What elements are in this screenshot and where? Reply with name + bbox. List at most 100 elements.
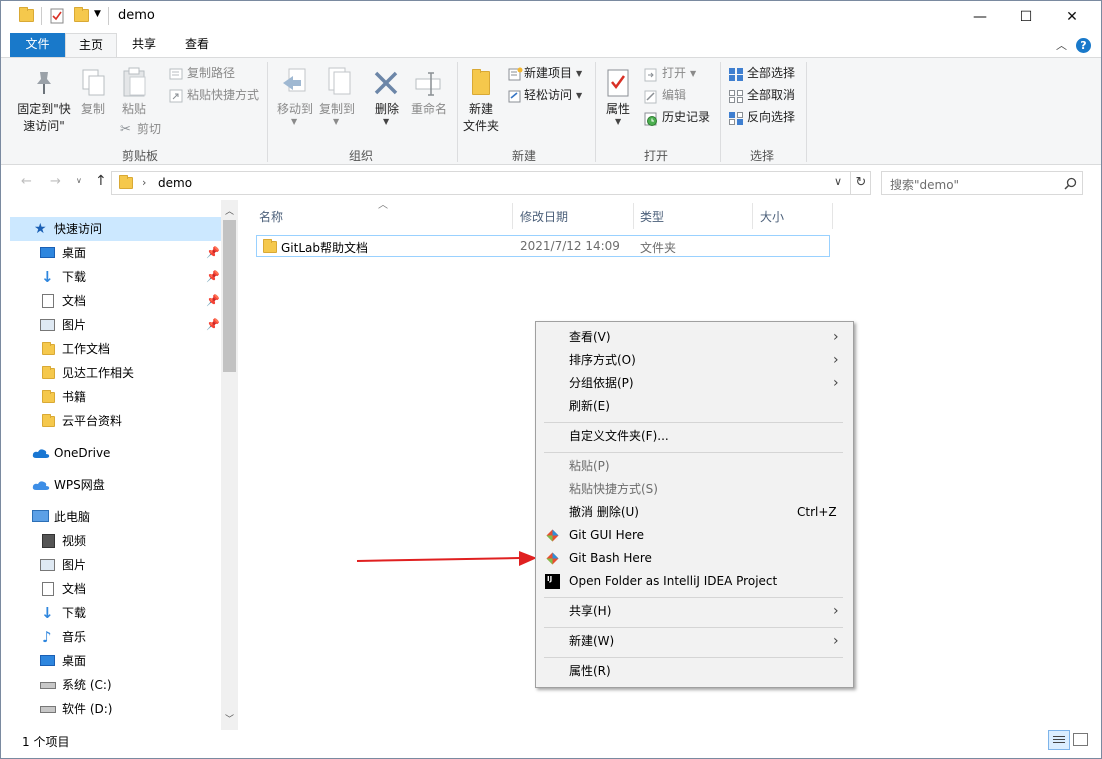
copy-to-button[interactable]: 复制到: [317, 101, 357, 118]
menu-item-group[interactable]: 分组依据(P) ›: [536, 372, 853, 395]
menu-item-paste-shortcut[interactable]: 粘贴快捷方式(S): [536, 478, 853, 501]
divider: [595, 62, 596, 162]
scroll-up-icon[interactable]: ︿: [225, 204, 234, 217]
nav-scrollbar[interactable]: ︿ ﹀: [221, 200, 238, 730]
properties-check-icon[interactable]: [50, 8, 64, 24]
maximize-button[interactable]: ☐: [1003, 1, 1049, 32]
details-view-icon[interactable]: [1048, 730, 1070, 750]
column-header-type[interactable]: 类型: [640, 208, 664, 225]
rename-button[interactable]: 重命名: [409, 101, 449, 118]
properties-button[interactable]: 属性: [602, 101, 634, 118]
nav-item-pictures[interactable]: 图片 📌: [10, 313, 222, 337]
nav-item-label: OneDrive: [54, 446, 111, 460]
nav-item-pc-desktop[interactable]: 桌面: [10, 649, 222, 673]
nav-item-label: 视频: [62, 534, 87, 548]
nav-item-drive-c[interactable]: 系统 (C:): [10, 673, 222, 697]
menu-item-git-gui[interactable]: Git GUI Here: [536, 524, 853, 547]
nav-item-cloud-data[interactable]: 云平台资料: [10, 409, 222, 433]
menu-item-share[interactable]: 共享(H) ›: [536, 600, 853, 623]
invert-selection-button[interactable]: 反向选择: [747, 109, 795, 126]
nav-item-work-docs[interactable]: 工作文档: [10, 337, 222, 361]
nav-item-pc-downloads[interactable]: ↓ 下载: [10, 601, 222, 625]
tab-home[interactable]: 主页: [65, 33, 117, 57]
select-none-button[interactable]: 全部取消: [747, 87, 795, 104]
cut-button[interactable]: 剪切: [137, 121, 161, 138]
menu-item-new[interactable]: 新建(W) ›: [536, 630, 853, 653]
nav-item-quick-access[interactable]: ★ 快速访问: [10, 217, 221, 241]
column-header-size[interactable]: 大小: [760, 208, 784, 225]
history-button[interactable]: 历史记录: [662, 109, 710, 126]
edit-icon: [644, 90, 657, 104]
scroll-down-icon[interactable]: ﹀: [225, 712, 234, 725]
menu-item-customize[interactable]: 自定义文件夹(F)...: [536, 425, 853, 448]
nav-item-documents[interactable]: 文档 📌: [10, 289, 222, 313]
up-arrow-icon[interactable]: ↑: [95, 173, 107, 189]
nav-item-drive-d[interactable]: 软件 (D:): [10, 697, 222, 721]
menu-item-properties[interactable]: 属性(R): [536, 660, 853, 683]
address-dropdown-icon[interactable]: ∨: [834, 175, 842, 188]
menu-item-refresh[interactable]: 刷新(E): [536, 395, 853, 418]
easy-access-button[interactable]: 轻松访问: [524, 87, 572, 104]
download-arrow-icon: ↓: [41, 268, 54, 286]
nav-item-this-pc[interactable]: 此电脑: [10, 505, 222, 529]
move-to-button[interactable]: 移动到: [275, 101, 315, 118]
nav-item-books[interactable]: 书籍: [10, 385, 222, 409]
refresh-icon[interactable]: ↻: [850, 172, 871, 194]
select-all-button[interactable]: 全部选择: [747, 65, 795, 82]
new-folder-button[interactable]: 新建 文件夹: [459, 101, 503, 135]
pin-quick-access-button[interactable]: 固定到"快 速访问": [13, 101, 75, 135]
tab-file[interactable]: 文件: [10, 33, 65, 57]
nav-item-desktop[interactable]: 桌面 📌: [10, 241, 222, 265]
new-folder-icon[interactable]: [74, 7, 89, 22]
search-icon[interactable]: [1064, 177, 1077, 190]
collapse-ribbon-icon[interactable]: ︿: [1056, 37, 1067, 53]
menu-item-paste[interactable]: 粘贴(P): [536, 455, 853, 478]
column-header-date[interactable]: 修改日期: [520, 208, 568, 225]
copy-button[interactable]: 复制: [79, 101, 107, 118]
edit-button[interactable]: 编辑: [662, 87, 686, 104]
nav-item-onedrive[interactable]: OneDrive: [10, 441, 222, 465]
menu-item-intellij[interactable]: IJ Open Folder as IntelliJ IDEA Project: [536, 570, 853, 593]
item-count: 1 个项目: [22, 735, 70, 749]
column-header-name[interactable]: 名称: [259, 208, 283, 225]
nav-item-wps[interactable]: WPS网盘: [10, 473, 222, 497]
divider: [752, 203, 753, 229]
nav-item-work-related[interactable]: 见达工作相关: [10, 361, 222, 385]
menu-item-sort[interactable]: 排序方式(O) ›: [536, 349, 853, 372]
menu-item-label: 刷新(E): [569, 399, 610, 413]
help-icon[interactable]: ?: [1076, 38, 1091, 53]
paste-shortcut-button[interactable]: 粘贴快捷方式: [187, 87, 259, 104]
address-bar[interactable]: › demo ∨ ↻: [111, 171, 871, 195]
quick-access-dropdown-icon[interactable]: ▼: [94, 9, 101, 19]
easy-access-icon: [508, 90, 521, 103]
tab-view[interactable]: 查看: [173, 33, 221, 57]
nav-item-pc-documents[interactable]: 文档: [10, 577, 222, 601]
copy-path-button[interactable]: 复制路径: [187, 65, 235, 82]
table-row[interactable]: GitLab帮助文档 2021/7/12 14:09 文件夹: [256, 235, 830, 257]
scrollbar-thumb[interactable]: [223, 220, 236, 372]
recent-locations-icon[interactable]: ∨: [76, 176, 82, 185]
large-icons-view-icon[interactable]: [1073, 733, 1088, 746]
delete-button[interactable]: 删除: [373, 101, 401, 118]
menu-item-git-bash[interactable]: Git Bash Here: [536, 547, 853, 570]
new-item-button[interactable]: 新建项目: [524, 65, 572, 82]
rename-icon: [415, 72, 441, 96]
paste-button[interactable]: 粘贴: [119, 101, 149, 118]
nav-item-videos[interactable]: 视频: [10, 529, 222, 553]
nav-item-downloads[interactable]: ↓ 下载 📌: [10, 265, 222, 289]
close-button[interactable]: ✕: [1049, 1, 1095, 32]
search-input[interactable]: 搜索"demo": [881, 171, 1083, 195]
video-icon: [42, 534, 55, 548]
menu-item-view[interactable]: 查看(V) ›: [536, 326, 853, 349]
back-arrow-icon[interactable]: ←: [21, 174, 32, 189]
breadcrumb-chevron-icon[interactable]: ›: [142, 176, 146, 189]
minimize-button[interactable]: —: [957, 1, 1003, 32]
breadcrumb-demo[interactable]: demo: [158, 176, 192, 190]
open-button[interactable]: 打开: [662, 65, 686, 82]
computer-icon: [32, 510, 49, 522]
menu-item-undo-delete[interactable]: 撤消 删除(U) Ctrl+Z: [536, 501, 853, 524]
nav-item-pc-pictures[interactable]: 图片: [10, 553, 222, 577]
tab-share[interactable]: 共享: [121, 33, 167, 57]
forward-arrow-icon[interactable]: →: [50, 174, 61, 189]
nav-item-music[interactable]: ♪ 音乐: [10, 625, 222, 649]
